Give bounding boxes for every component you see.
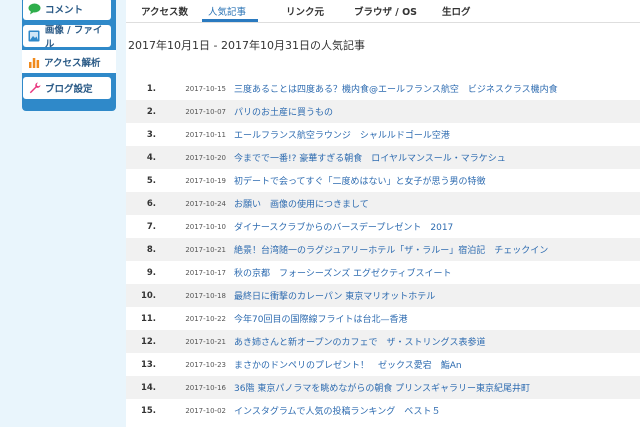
article-link[interactable]: 初デートで会ってすぐ「二度めはない」と女子が思う男の特徴 — [234, 174, 486, 187]
sidebar-item-label: ブログ設定 — [45, 84, 93, 95]
popular-articles-list: 1. 2017-10-15 三度あることは四度ある？機内食@エールフランス航空 ビジ… — [126, 77, 640, 422]
sidebar-item-access-analysis[interactable]: アクセス解析 — [22, 50, 116, 73]
article-link[interactable]: パリのお土産に買うもの — [234, 105, 333, 118]
table-row: 10. 2017-10-18 最終日に衝撃のカレーパン 東京マリオットホテル — [126, 284, 640, 307]
rank-number: 11. — [140, 313, 156, 324]
article-link[interactable]: お願い 画像の使用につきまして — [234, 197, 369, 210]
table-row: 9. 2017-10-17 秋の京都 フォーシーズンズ エグゼクティブスイート — [126, 261, 640, 284]
article-date: 2017-10-11 — [185, 130, 226, 139]
sidebar-item-label: アクセス解析 — [44, 57, 101, 69]
table-row: 15. 2017-10-02 インスタグラムで人気の投稿ランキング ベスト５ — [126, 399, 640, 422]
table-row: 13. 2017-10-23 まさかのドンペリのプレゼント！ ゼックス愛宕 鮨An — [126, 353, 640, 376]
rank-number: 4. — [146, 152, 156, 163]
article-date: 2017-10-17 — [185, 268, 226, 277]
analysis-tabs: アクセス数 人気記事 リンク元 ブラウザ / OS 生ログ — [126, 0, 640, 23]
article-date: 2017-10-22 — [185, 314, 226, 323]
article-date: 2017-10-19 — [185, 176, 226, 185]
table-row: 8. 2017-10-21 絶景！台湾随一のラグジュアリーホテル「ザ・ラルー」宿泊記… — [126, 238, 640, 261]
table-row: 7. 2017-10-10 ダイナースクラブからのバースデープレゼント 2017 — [126, 215, 640, 238]
article-date: 2017-10-21 — [185, 337, 226, 346]
image-icon — [28, 30, 41, 43]
rank-number: 5. — [146, 175, 156, 186]
article-date: 2017-10-18 — [185, 291, 226, 300]
active-tab-indicator — [202, 19, 258, 22]
tab-access-count[interactable]: アクセス数 — [141, 4, 188, 18]
sidebar-item-label: コメント — [45, 5, 84, 16]
rank-number: 15. — [140, 405, 156, 416]
article-date: 2017-10-07 — [185, 107, 226, 116]
article-link[interactable]: あき姉さんと新オープンのカフェで ザ・ストリングス表参道 — [234, 335, 485, 348]
page-title: 2017年10月1日 - 2017年10月31日の人気記事 — [128, 39, 365, 52]
rank-number: 2. — [146, 106, 156, 117]
sidebar-item-label: 画像 / ファイル — [44, 25, 103, 50]
rank-number: 8. — [146, 244, 156, 255]
table-row: 14. 2017-10-16 36階 東京パノラマを眺めながらの朝食 プリンスギャラ… — [126, 376, 640, 399]
article-link[interactable]: ダイナースクラブからのバースデープレゼント 2017 — [234, 220, 453, 233]
tab-raw-log[interactable]: 生ログ — [442, 4, 471, 18]
sidebar-item-blog-settings[interactable]: ブログ設定 — [23, 77, 111, 99]
article-date: 2017-10-02 — [185, 406, 226, 415]
rank-number: 6. — [146, 198, 156, 209]
article-date: 2017-10-20 — [185, 153, 226, 162]
rank-number: 10. — [140, 290, 156, 301]
article-date: 2017-10-23 — [185, 360, 226, 369]
article-link[interactable]: 36階 東京パノラマを眺めながらの朝食 プリンスギャラリー東京紀尾井町 — [234, 381, 530, 394]
table-row: 12. 2017-10-21 あき姉さんと新オープンのカフェで ザ・ストリングス表参… — [126, 330, 640, 353]
tab-popular-articles[interactable]: 人気記事 — [208, 4, 246, 18]
article-link[interactable]: 秋の京都 フォーシーズンズ エグゼクティブスイート — [234, 266, 452, 279]
article-link[interactable]: まさかのドンペリのプレゼント！ ゼックス愛宕 鮨An — [234, 358, 462, 371]
rank-number: 14. — [140, 382, 156, 393]
article-link[interactable]: 絶景！台湾随一のラグジュアリーホテル「ザ・ラルー」宿泊記 チェックイン — [234, 243, 548, 256]
table-row: 6. 2017-10-24 お願い 画像の使用につきまして — [126, 192, 640, 215]
table-row: 11. 2017-10-22 今年70回目の国際線フライトは台北—香港 — [126, 307, 640, 330]
speech-bubble-icon — [28, 3, 41, 16]
table-row: 5. 2017-10-19 初デートで会ってすぐ「二度めはない」と女子が思う男の特徴 — [126, 169, 640, 192]
table-row: 1. 2017-10-15 三度あることは四度ある？機内食@エールフランス航空 ビジ… — [126, 77, 640, 100]
article-link[interactable]: 今年70回目の国際線フライトは台北—香港 — [234, 312, 407, 325]
article-date: 2017-10-10 — [185, 222, 226, 231]
rank-number: 1. — [146, 83, 156, 94]
article-link[interactable]: 三度あることは四度ある？機内食@エールフランス航空 ビジネスクラス機内食 — [234, 82, 558, 95]
admin-sidebar: コメント 画像 / ファイル アクセス解析 ブログ設定 — [22, 0, 116, 111]
wrench-icon — [28, 82, 41, 95]
rank-number: 13. — [140, 359, 156, 370]
rank-number: 12. — [140, 336, 156, 347]
article-date: 2017-10-16 — [185, 383, 226, 392]
tab-browser-os[interactable]: ブラウザ / OS — [354, 4, 417, 18]
article-link[interactable]: エールフランス航空ラウンジ シャルルドゴール空港 — [234, 128, 450, 141]
sidebar-item-comments[interactable]: コメント — [23, 0, 111, 20]
rank-number: 3. — [146, 129, 156, 140]
article-link[interactable]: 今までで一番!? 豪華すぎる朝食 ロイヤルマンスール・マラケシュ — [234, 151, 506, 164]
article-link[interactable]: 最終日に衝撃のカレーパン 東京マリオットホテル — [234, 289, 435, 302]
tab-referrers[interactable]: リンク元 — [286, 4, 324, 18]
article-link[interactable]: インスタグラムで人気の投稿ランキング ベスト５ — [234, 404, 440, 417]
table-row: 3. 2017-10-11 エールフランス航空ラウンジ シャルルドゴール空港 — [126, 123, 640, 146]
article-date: 2017-10-21 — [185, 245, 226, 254]
rank-number: 7. — [146, 221, 156, 232]
table-row: 2. 2017-10-07 パリのお土産に買うもの — [126, 100, 640, 123]
bar-chart-icon — [27, 55, 40, 68]
sidebar-item-images-files[interactable]: 画像 / ファイル — [23, 25, 111, 50]
article-date: 2017-10-15 — [185, 84, 226, 93]
article-date: 2017-10-24 — [185, 199, 226, 208]
rank-number: 9. — [146, 267, 156, 278]
table-row: 4. 2017-10-20 今までで一番!? 豪華すぎる朝食 ロイヤルマンスール・マ… — [126, 146, 640, 169]
